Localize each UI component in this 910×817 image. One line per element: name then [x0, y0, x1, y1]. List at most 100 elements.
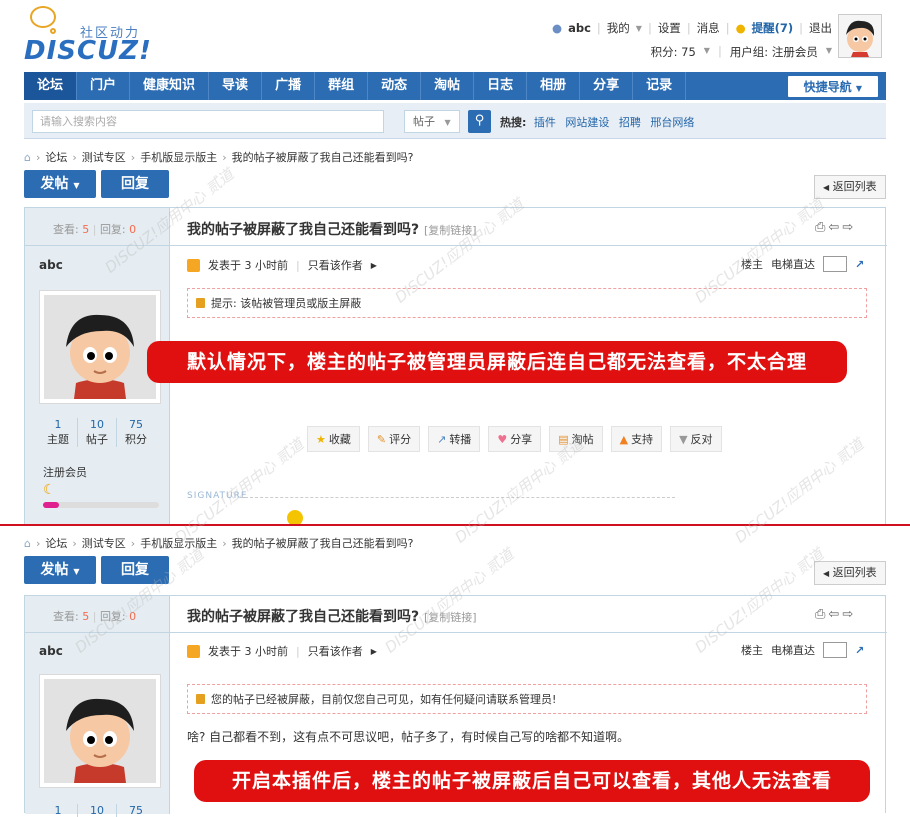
nav-item-forum[interactable]: 论坛 — [24, 72, 78, 100]
user-toolbar: ● abc | 我的 ▼ | 设置 | 消息 | ● 提醒(7) | 退出 — [552, 20, 832, 36]
logo[interactable]: DISCUZ! — [24, 36, 152, 66]
online-icon — [187, 258, 200, 272]
back-to-list-button[interactable]: ◀ 返回列表 — [814, 561, 886, 585]
stat-posts[interactable]: 10 帖子 — [77, 418, 116, 447]
author-stats: 1 10 75 — [39, 804, 155, 817]
post-time: 发表于 3 小时前 — [208, 259, 288, 272]
hot-search-item[interactable]: 邢台网络 — [650, 116, 694, 129]
breadcrumb-item[interactable]: 我的帖子被屏蔽了我自己还能看到吗? — [232, 535, 414, 551]
nav-item-record[interactable]: 记录 — [633, 72, 687, 100]
hot-search-item[interactable]: 招聘 — [619, 116, 641, 129]
post-time: 发表于 3 小时前 — [208, 645, 288, 658]
chevron-right-icon: › — [72, 150, 77, 164]
breadcrumb-item[interactable]: 测试专区 — [82, 535, 126, 551]
share-button[interactable]: ♥ 分享 — [488, 426, 542, 452]
only-author-link[interactable]: 只看该作者 — [308, 643, 363, 659]
elevator-input[interactable] — [823, 642, 847, 658]
breadcrumb-item[interactable]: 手机版显示版主 — [140, 535, 217, 551]
user-group[interactable]: 注册会员 — [43, 464, 87, 480]
block-tip: 您的帖子已经被屏蔽，目前仅您自己可见，如有任何疑问请联系管理员! — [187, 684, 867, 714]
nav-item-health[interactable]: 健康知识 — [130, 72, 210, 100]
my-menu[interactable]: 我的 — [607, 20, 630, 36]
elevator-input[interactable] — [823, 256, 847, 272]
reply-button[interactable]: 回复 — [101, 170, 169, 198]
avatar[interactable] — [838, 14, 882, 58]
hot-search-item[interactable]: 插件 — [534, 116, 556, 129]
home-icon[interactable]: ⌂ — [24, 151, 31, 164]
stat-posts[interactable]: 10 — [77, 804, 116, 817]
folder-icon: ▤ — [558, 432, 569, 446]
nav-item-share[interactable]: 分享 — [580, 72, 634, 100]
level-progress — [43, 502, 159, 508]
breadcrumb-item[interactable]: 论坛 — [45, 535, 67, 551]
chevron-down-icon: ▼ — [855, 83, 862, 93]
copy-link[interactable]: [复制链接] — [424, 611, 477, 624]
quick-nav-button[interactable]: 快捷导航 ▼ — [787, 75, 878, 97]
logout-link[interactable]: 退出 — [809, 20, 832, 36]
chevron-right-icon: › — [130, 536, 136, 550]
stat-threads[interactable]: 1 主题 — [39, 418, 77, 447]
breadcrumb: ⌂ › 论坛 › 测试专区 › 手机版显示版主 › 我的帖子被屏蔽了我自己还能看… — [24, 149, 413, 165]
prev-thread-icon[interactable]: ⇦ — [828, 220, 842, 235]
go-icon[interactable]: ↗ — [855, 644, 864, 657]
search-type-select[interactable]: 帖子 ▼ — [404, 110, 460, 133]
oppose-button[interactable]: ▼ 反对 — [670, 426, 722, 452]
prev-thread-icon[interactable]: ⇦ — [828, 607, 842, 622]
next-thread-icon[interactable]: ⇨ — [842, 607, 856, 622]
forward-button[interactable]: ↗ 转播 — [428, 426, 481, 452]
author-avatar[interactable] — [39, 674, 161, 788]
logo-bubble-icon — [30, 6, 56, 28]
rate-button[interactable]: ✎ 评分 — [367, 426, 421, 452]
nav-item-groups[interactable]: 群组 — [315, 72, 369, 100]
nav-item-blog[interactable]: 日志 — [474, 72, 528, 100]
search-button[interactable]: ⚲ — [468, 110, 491, 133]
stat-points[interactable]: 75 积分 — [116, 418, 155, 447]
search-input[interactable]: 请输入搜索内容 — [32, 110, 384, 133]
next-thread-icon[interactable]: ⇨ — [842, 220, 856, 235]
new-post-button[interactable]: 发帖 ▼ — [24, 170, 96, 198]
new-post-button[interactable]: 发帖 ▼ — [24, 556, 96, 584]
home-icon[interactable]: ⌂ — [24, 537, 31, 550]
nav-item-portal[interactable]: 门户 — [77, 72, 131, 100]
points-link[interactable]: 积分: 75 — [651, 44, 696, 60]
copy-link[interactable]: [复制链接] — [424, 224, 477, 237]
title-divider — [170, 632, 887, 633]
messages-link[interactable]: 消息 — [697, 20, 720, 36]
thread-tools: ⎙⇦⇨ — [815, 607, 856, 622]
go-icon[interactable]: ↗ — [855, 258, 864, 271]
nav-item-feed[interactable]: 动态 — [368, 72, 422, 100]
author-name[interactable]: abc — [39, 258, 63, 272]
signature-line — [240, 497, 675, 498]
stat-points[interactable]: 75 — [116, 804, 155, 817]
hot-search-item[interactable]: 网站建设 — [565, 116, 609, 129]
nav-item-collection[interactable]: 淘帖 — [421, 72, 475, 100]
thread-tools: ⎙⇦⇨ — [815, 220, 856, 235]
settings-link[interactable]: 设置 — [658, 20, 681, 36]
nav-item-broadcast[interactable]: 广播 — [262, 72, 316, 100]
thumbs-down-icon: ▼ — [679, 432, 688, 446]
breadcrumb-item[interactable]: 手机版显示版主 — [140, 149, 217, 165]
elevator-label: 电梯直达 — [771, 644, 815, 657]
breadcrumb-item[interactable]: 测试专区 — [82, 149, 126, 165]
block-tip: 提示: 该帖被管理员或版主屏蔽 — [187, 288, 867, 318]
bulb-icon: ● — [735, 21, 746, 35]
print-icon[interactable]: ⎙ — [815, 607, 828, 622]
elevator-label: 电梯直达 — [771, 258, 815, 271]
usergroup-link[interactable]: 用户组: 注册会员 — [730, 44, 818, 60]
only-author-link[interactable]: 只看该作者 — [308, 257, 363, 273]
username-link[interactable]: abc — [568, 21, 591, 35]
favorite-button[interactable]: ★ 收藏 — [307, 426, 360, 452]
reminder-link[interactable]: 提醒(7) — [752, 20, 794, 36]
author-name[interactable]: abc — [39, 644, 63, 658]
nav-item-album[interactable]: 相册 — [527, 72, 581, 100]
reply-button[interactable]: 回复 — [101, 556, 169, 584]
collect-button[interactable]: ▤ 淘帖 — [549, 426, 603, 452]
breadcrumb-item[interactable]: 论坛 — [45, 149, 67, 165]
support-button[interactable]: ▲ 支持 — [610, 426, 663, 452]
stat-threads[interactable]: 1 — [39, 804, 77, 817]
breadcrumb-item[interactable]: 我的帖子被屏蔽了我自己还能看到吗? — [232, 149, 414, 165]
back-to-list-button[interactable]: ◀ 返回列表 — [814, 175, 886, 199]
nav-item-guide[interactable]: 导读 — [209, 72, 263, 100]
author-avatar[interactable] — [39, 290, 161, 404]
print-icon[interactable]: ⎙ — [815, 220, 828, 235]
